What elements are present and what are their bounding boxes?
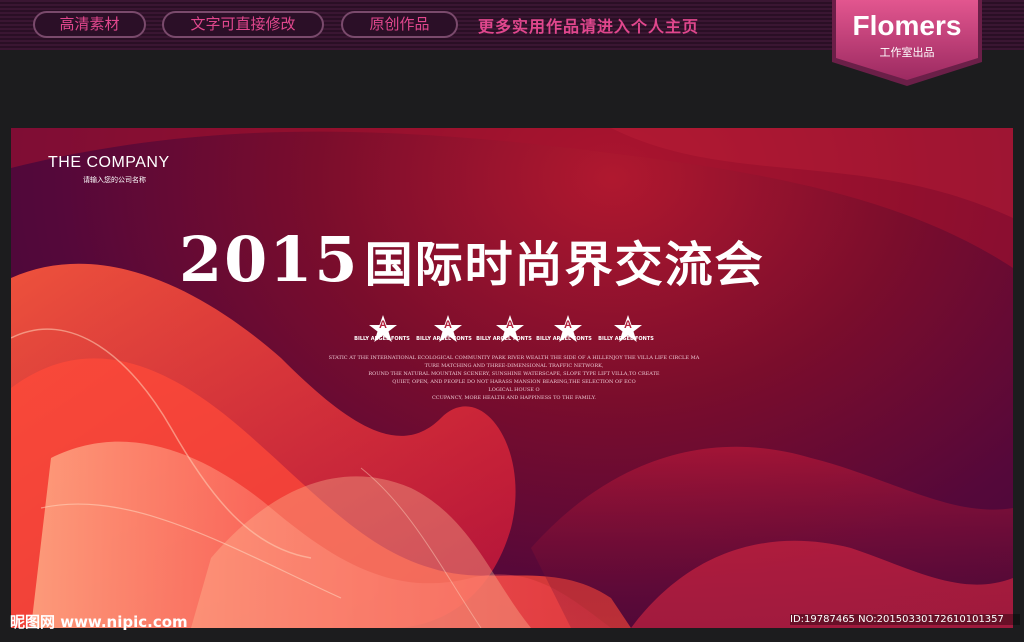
star-letter: A xyxy=(444,319,452,331)
font-label: BILLY ARGEL FONTS xyxy=(354,336,410,342)
tag-original-work: 原创作品 xyxy=(341,11,458,38)
headline: 2015 国际时尚界交流会 xyxy=(179,223,765,303)
font-label: BILLY ARGEL FONTS xyxy=(598,336,654,342)
brand-badge: Flomers 工作室出品 xyxy=(828,0,986,86)
headline-title: 国际时尚界交流会 xyxy=(364,236,765,293)
headline-year: 2015 xyxy=(179,223,360,296)
brand-subtitle: 工作室出品 xyxy=(879,46,935,59)
brand-name: Flomers xyxy=(852,10,962,41)
poster-image: THE COMPANY 请输入您的公司名称 2015 国际时尚界交流会 A A … xyxy=(11,128,1013,628)
promo-text: 更多实用作品请进入个人主页 xyxy=(478,17,700,36)
site-watermark: 昵图网 www.nipic.com xyxy=(10,613,188,631)
paragraph-line: TURE MATCHING AND THREE-DIMENSIONAL TRAF… xyxy=(424,363,604,369)
font-label: BILLY ARGEL FONTS xyxy=(536,336,592,342)
paragraph-line: LOGICAL HOUSE O xyxy=(488,387,540,393)
body-paragraph: STATIC AT THE INTERNATIONAL ECOLOGICAL C… xyxy=(239,354,789,402)
image-id-label: ID:19787465 NO:20150330172610101357 xyxy=(790,614,1020,625)
tag-editable-text: 文字可直接修改 xyxy=(162,11,324,38)
paragraph-line: STATIC AT THE INTERNATIONAL ECOLOGICAL C… xyxy=(328,355,700,361)
paragraph-line: QUIET, OPEN, AND PEOPLE DO NOT HARASS MA… xyxy=(392,379,636,385)
star-letter: A xyxy=(624,319,632,331)
paragraph-line: CCUPANCY, MORE HEALTH AND HAPPINESS TO T… xyxy=(431,395,597,401)
star-letter: A xyxy=(564,319,572,331)
star-letter: A xyxy=(379,319,387,331)
star-letter: A xyxy=(506,319,514,331)
paragraph-line: ROUND THE NATURAL MOUNTAIN SCENERY, SUNS… xyxy=(368,371,660,377)
canvas: 高清素材 文字可直接修改 原创作品 更多实用作品请进入个人主页 Flomers … xyxy=(0,0,1024,642)
tag-hd-material: 高清素材 xyxy=(33,11,146,38)
company-name: THE COMPANY xyxy=(48,154,170,171)
company-subtitle: 请输入您的公司名称 xyxy=(83,176,146,184)
